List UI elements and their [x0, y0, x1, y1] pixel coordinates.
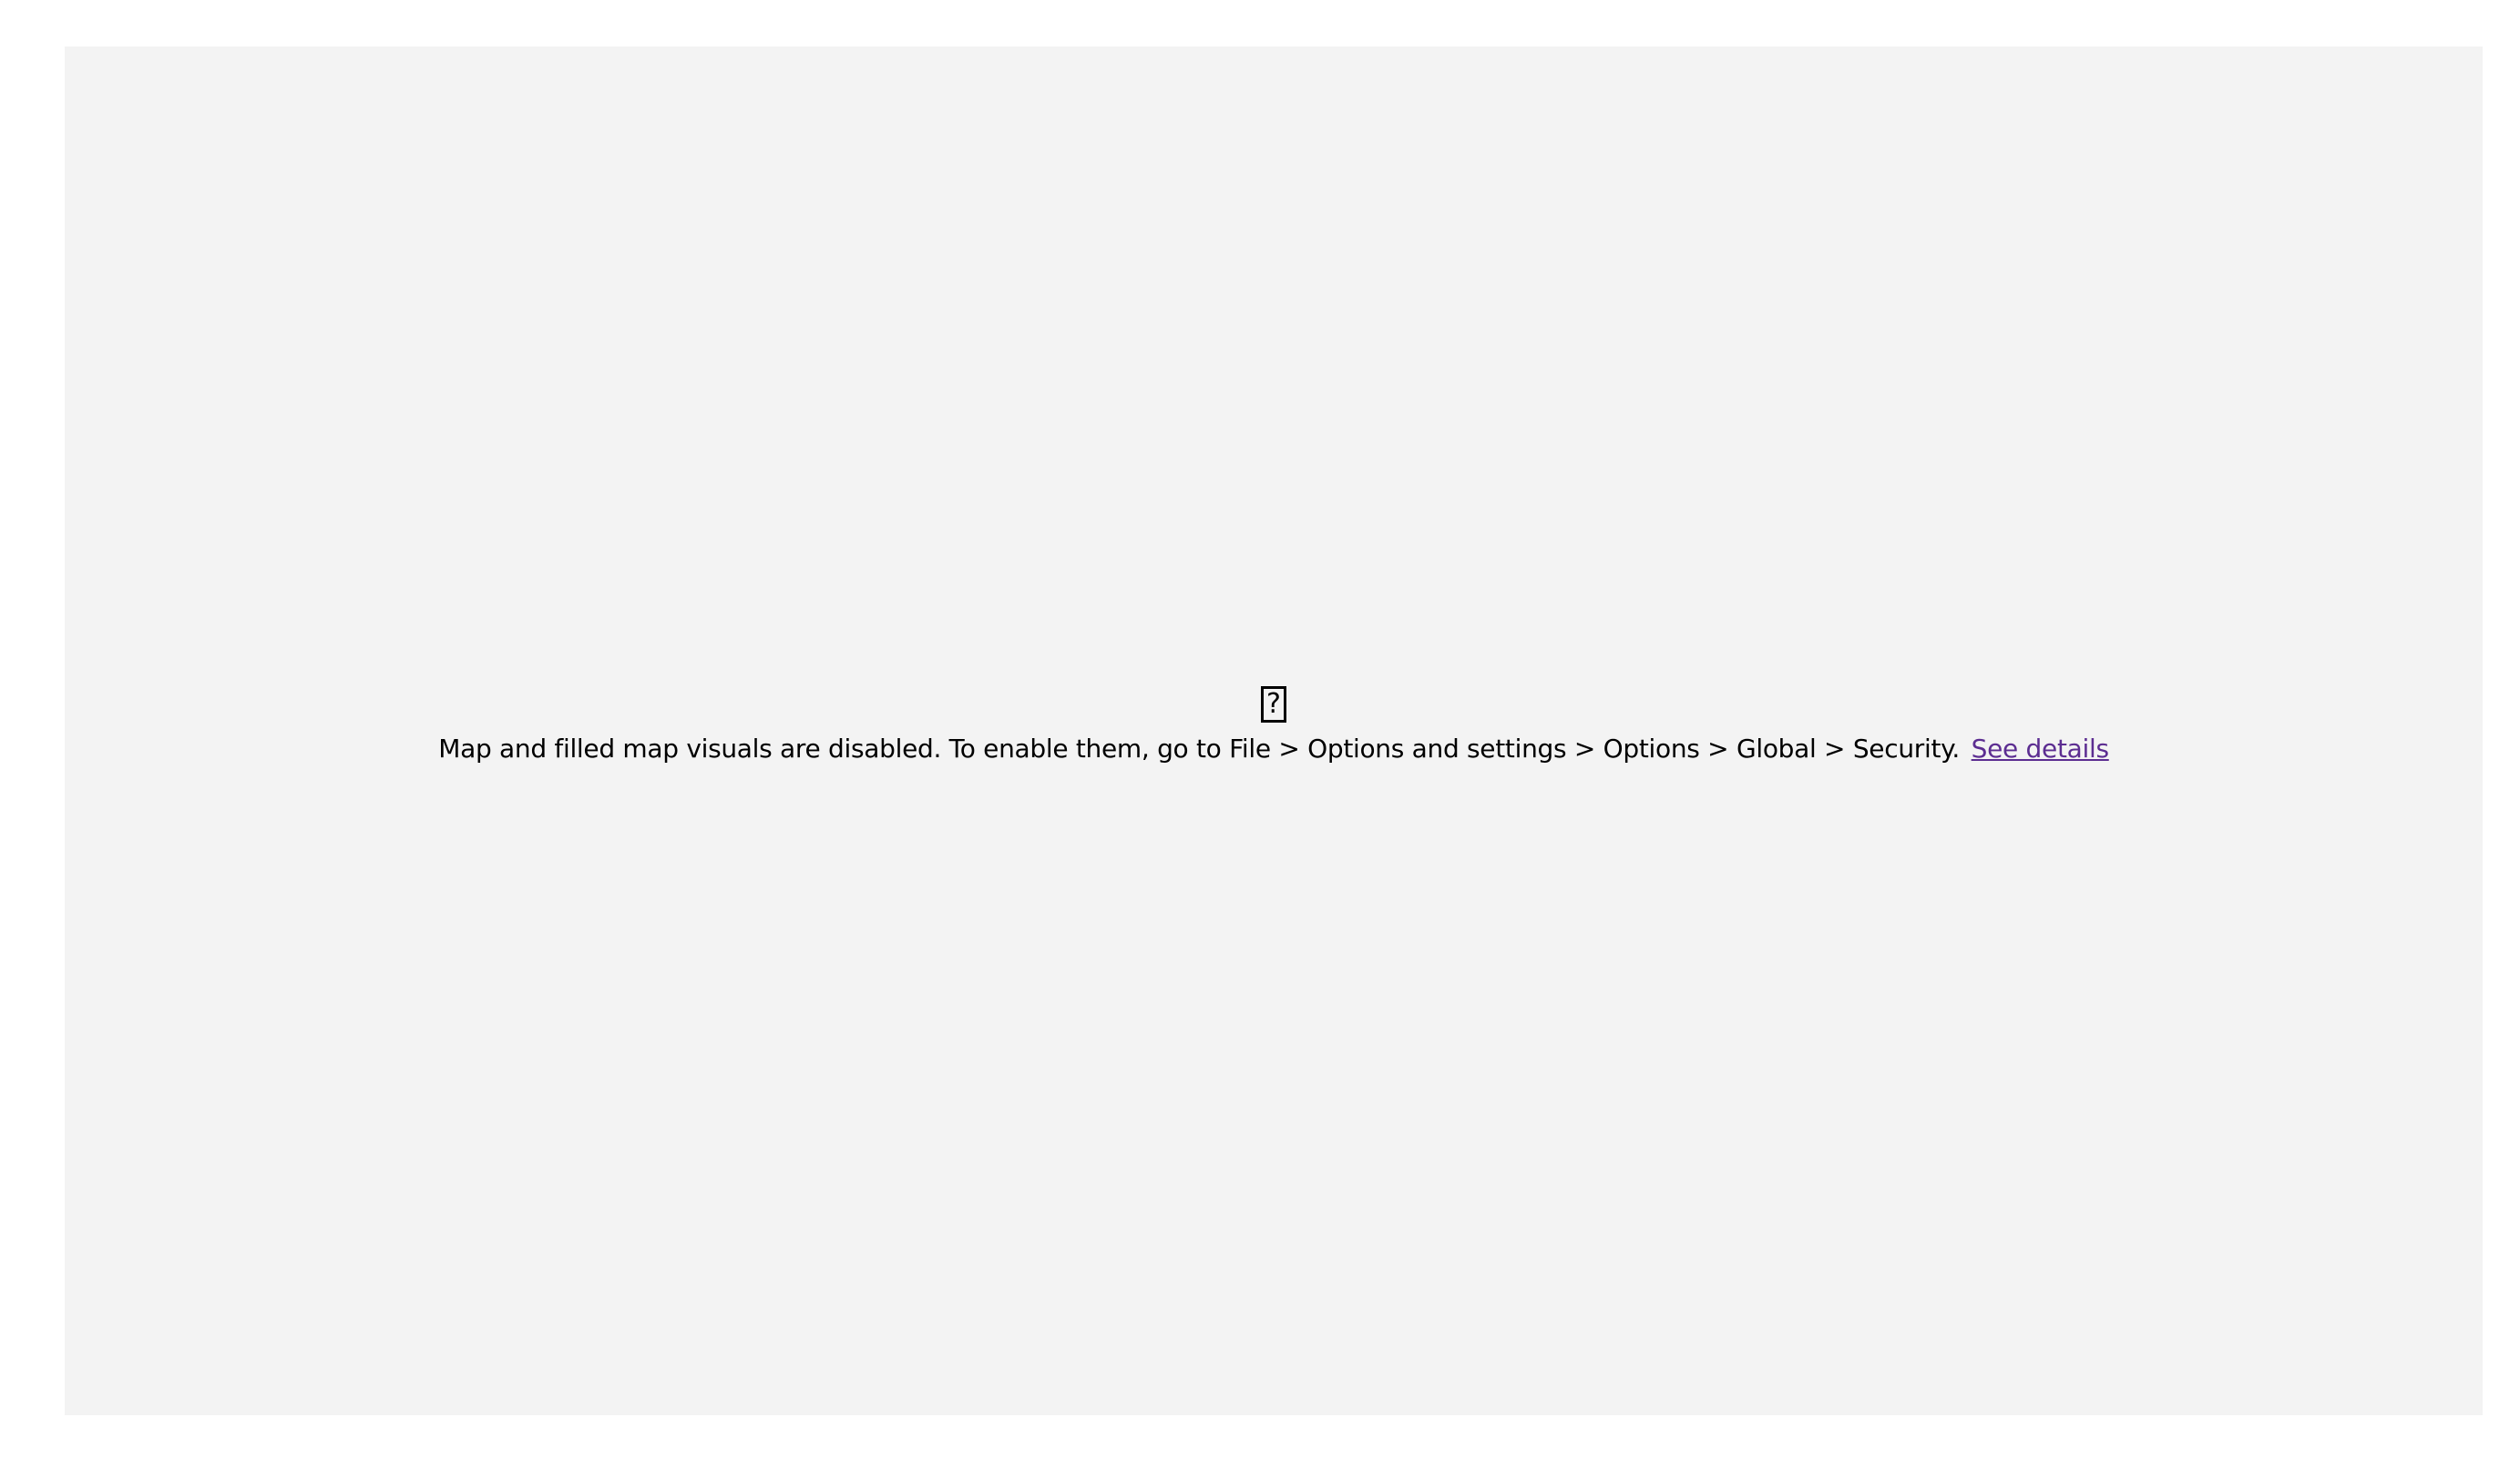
- question-mark-glyph: ?: [1266, 688, 1281, 720]
- disabled-message-text: Map and filled map visuals are disabled.…: [438, 734, 1961, 764]
- map-visual-container: ? Map and filled map visuals are disable…: [65, 46, 2483, 1415]
- disabled-message: Map and filled map visuals are disabled.…: [438, 731, 2109, 767]
- disabled-map-placeholder: ? Map and filled map visuals are disable…: [65, 686, 2483, 767]
- question-mark-icon: ?: [1261, 686, 1286, 723]
- see-details-link[interactable]: See details: [1972, 734, 2109, 764]
